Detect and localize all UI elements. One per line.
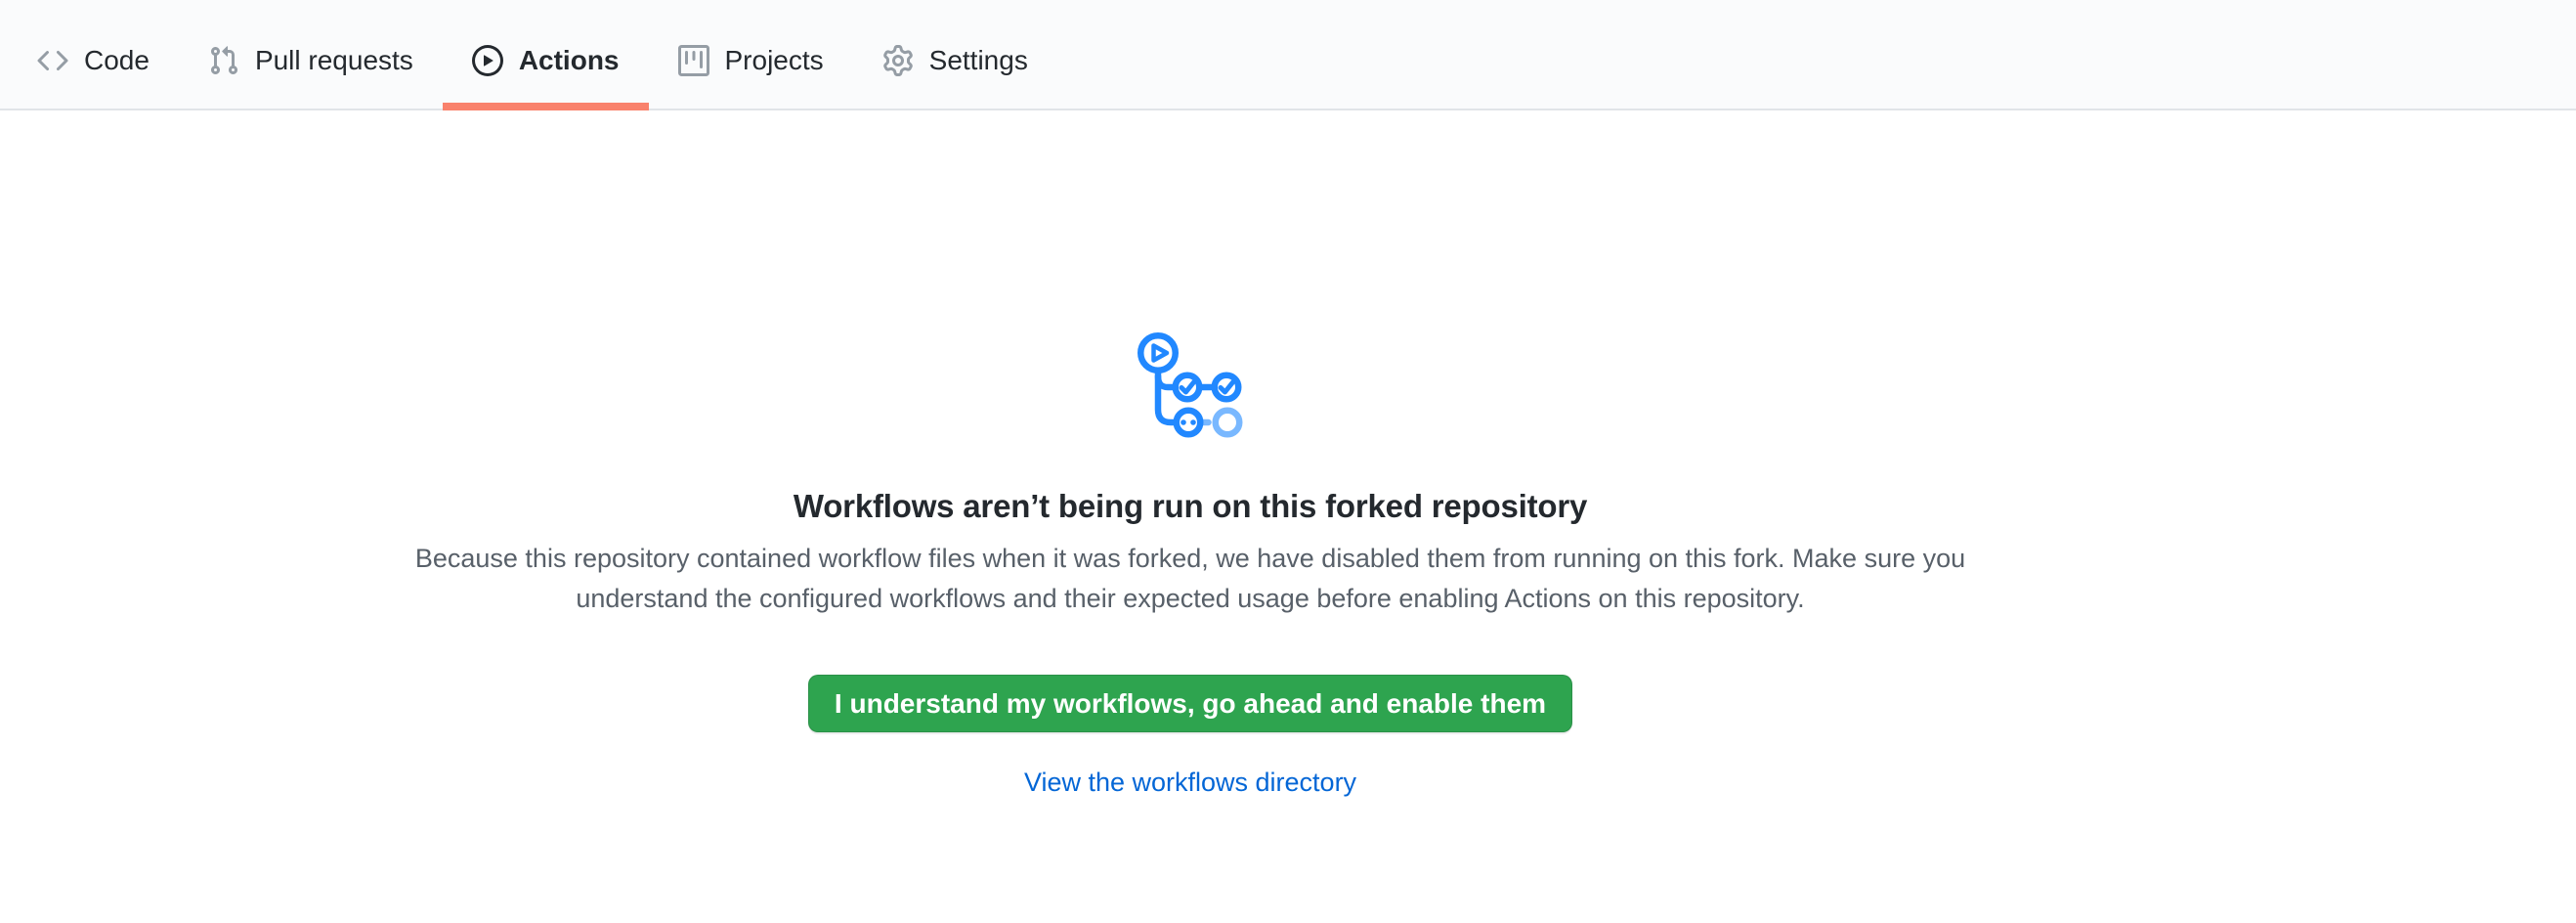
git-pull-request-icon [208,45,239,76]
tab-label: Projects [725,47,824,74]
workflow-illustration-icon [1132,328,1249,445]
tab-actions[interactable]: Actions [443,0,649,109]
tab-projects[interactable]: Projects [649,0,853,109]
actions-empty-state: Workflows aren’t being run on this forke… [0,110,2381,798]
empty-state-description: Because this repository contained workfl… [379,539,2001,619]
tab-label: Code [84,47,150,74]
play-icon [472,45,503,76]
repo-tab-nav: Code Pull requests Actions Projects Settings [0,0,2576,110]
code-icon [37,45,68,76]
tab-settings[interactable]: Settings [853,0,1057,109]
gear-icon [882,45,914,76]
tab-label: Settings [929,47,1028,74]
project-icon [678,45,709,76]
tab-pull-requests[interactable]: Pull requests [179,0,443,109]
tab-label: Actions [519,47,620,74]
tab-label: Pull requests [255,47,413,74]
empty-state-title: Workflows aren’t being run on this forke… [794,486,1587,526]
enable-workflows-button[interactable]: I understand my workflows, go ahead and … [808,675,1572,732]
tab-code[interactable]: Code [8,0,179,109]
view-workflows-directory-link[interactable]: View the workflows directory [1024,767,1356,798]
